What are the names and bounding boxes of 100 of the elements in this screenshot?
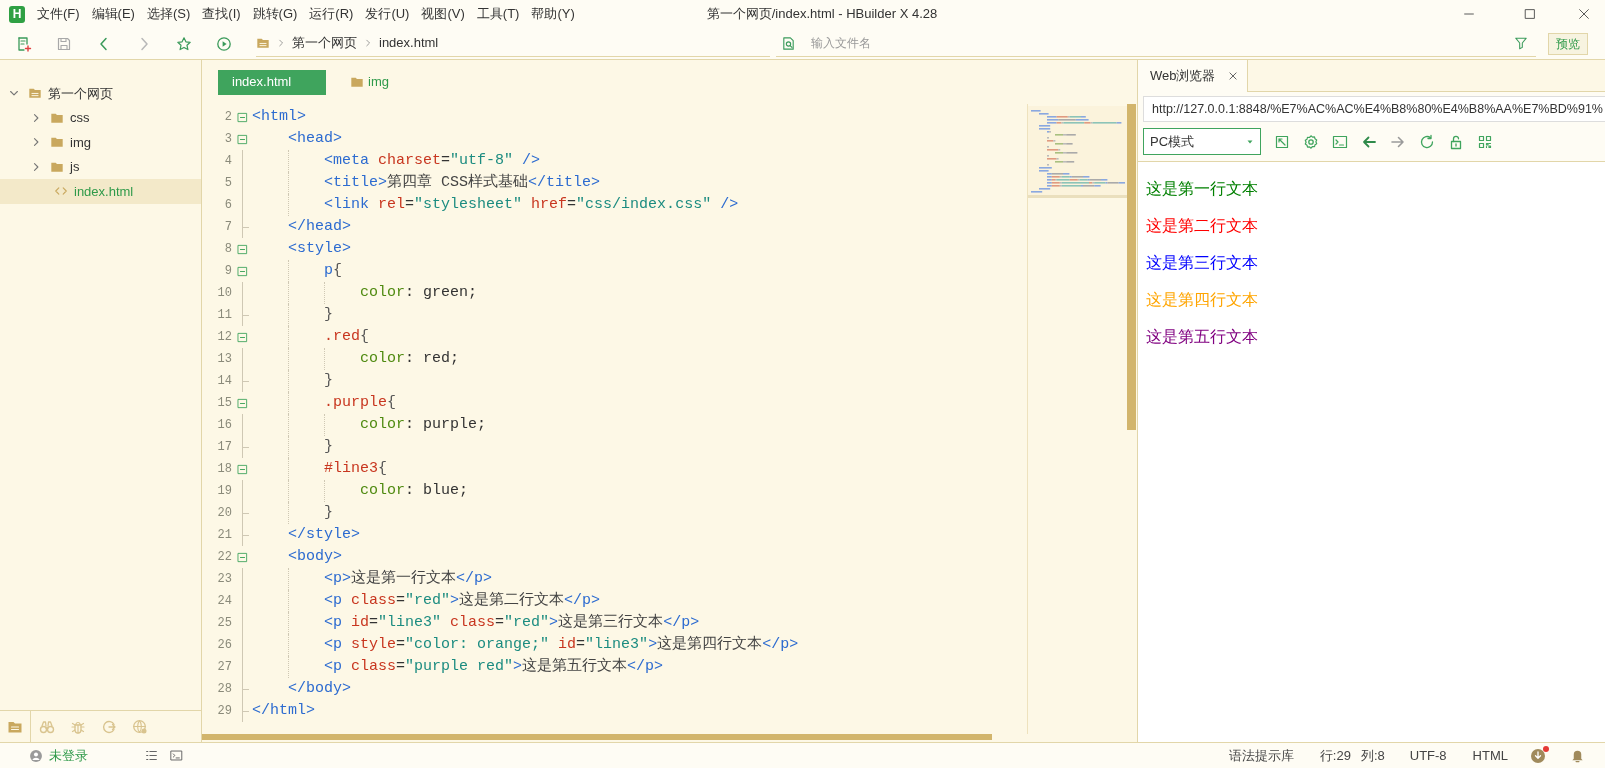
maximize-icon[interactable] — [1523, 7, 1537, 21]
line-number: 12 — [216, 329, 232, 346]
code-line: <link rel="stylesheet" href="css/index.css" /> — [324, 194, 739, 215]
line-number: 20 — [216, 505, 232, 522]
expand-icon[interactable] — [1274, 133, 1290, 150]
fold-icon[interactable] — [236, 265, 248, 277]
fold-icon[interactable] — [236, 111, 248, 123]
bell-icon[interactable] — [1570, 748, 1585, 763]
binoculars-icon[interactable] — [38, 718, 55, 735]
close-icon[interactable] — [1227, 71, 1238, 81]
line-number: 23 — [216, 571, 232, 588]
page-paragraph: 这是第三行文本 — [1146, 253, 1259, 272]
fold-icon[interactable] — [236, 463, 248, 475]
app-logo: H — [9, 5, 25, 23]
syntax-library-link[interactable]: 语法提示库 — [1228, 745, 1294, 766]
menu-item[interactable]: 选择(S) — [140, 1, 197, 27]
line-number: 7 — [223, 219, 232, 236]
line-number: 19 — [216, 483, 232, 500]
code-line: <head> — [288, 128, 342, 149]
fold-icon[interactable] — [236, 243, 248, 255]
line-number: 5 — [223, 175, 232, 192]
scrollbar-thumb[interactable] — [1127, 104, 1136, 430]
filter-icon[interactable] — [1514, 36, 1528, 50]
line-number: 24 — [216, 593, 232, 610]
code-line: #line3{ — [324, 458, 388, 479]
menu-item[interactable]: 查找(I) — [196, 1, 247, 27]
minimap-drawing[interactable] — [1028, 106, 1128, 198]
star-icon[interactable] — [176, 35, 192, 52]
line-number: 21 — [216, 527, 232, 544]
code-line: <p>这是第一行文本</p> — [324, 568, 493, 589]
user-icon[interactable] — [29, 748, 43, 763]
code-line: <body> — [288, 546, 342, 567]
line-number: 4 — [223, 153, 232, 170]
language-label[interactable]: HTML — [1472, 745, 1508, 766]
settings-icon[interactable] — [1303, 133, 1319, 150]
line-number: 11 — [216, 307, 232, 324]
browser-tab[interactable]: Web浏览器 — [1138, 60, 1248, 92]
window-title: 第一个网页/index.html - HBuilder X 4.28 — [706, 5, 938, 24]
breadcrumb-item[interactable]: index.html — [379, 33, 439, 53]
terminal-icon[interactable] — [170, 749, 183, 762]
code-line: <p class="purple red">这是第五行文本</p> — [324, 656, 664, 677]
scrollbar-thumb[interactable] — [202, 734, 992, 740]
tree-item[interactable]: css — [0, 105, 201, 130]
menu-item[interactable]: 帮助(Y) — [525, 1, 581, 27]
terminal-icon[interactable] — [1332, 133, 1348, 150]
line-number: 25 — [216, 615, 232, 632]
list-icon[interactable] — [145, 749, 158, 762]
menu-item[interactable]: 跳转(G) — [246, 1, 304, 27]
code-line: <style> — [288, 238, 351, 259]
code-line: <p style="color: orange;" id="line3">这是第四行文本</p> — [324, 634, 799, 655]
menu-item[interactable]: 编辑(E) — [85, 1, 141, 27]
line-number: 3 — [223, 131, 232, 148]
new-file-icon[interactable] — [16, 35, 32, 52]
line-number: 6 — [223, 197, 232, 214]
chevron-right-icon — [363, 38, 373, 48]
code-line: <p class="red">这是第二行文本</p> — [324, 590, 601, 611]
menu-item[interactable]: 发行(U) — [359, 1, 416, 27]
line-number: 22 — [216, 549, 232, 566]
folder-icon — [50, 135, 64, 150]
close-icon[interactable] — [1577, 7, 1591, 21]
folder-icon — [256, 36, 270, 50]
breadcrumb-item[interactable]: 第一个网页 — [292, 33, 357, 53]
code-line: } — [324, 502, 333, 523]
download-icon[interactable] — [1530, 747, 1546, 764]
code-line: <html> — [252, 106, 306, 127]
fold-icon[interactable] — [236, 133, 248, 145]
code-line: </body> — [288, 678, 351, 699]
tree-item[interactable]: 第一个网页 — [0, 81, 201, 106]
code-line: color: purple; — [360, 414, 487, 435]
plugin-icon[interactable] — [100, 718, 117, 735]
mode-select[interactable]: PC模式 — [1143, 128, 1261, 155]
code-line: color: red; — [360, 348, 460, 369]
page-paragraph: 这是第一行文本 — [1146, 179, 1259, 198]
login-status[interactable]: 未登录 — [49, 745, 88, 766]
fold-icon[interactable] — [236, 331, 248, 343]
line-number: 13 — [216, 351, 232, 368]
tree-item[interactable]: img — [0, 130, 201, 155]
code-line: .purple{ — [324, 392, 397, 413]
menu-item[interactable]: 运行(R) — [303, 1, 360, 27]
tree-item[interactable]: js — [0, 154, 201, 179]
menu-item[interactable]: 工具(T) — [470, 1, 526, 27]
line-number: 18 — [216, 461, 232, 478]
line-number: 16 — [216, 417, 232, 434]
play-icon[interactable] — [216, 35, 232, 52]
file-search-field[interactable]: 输入文件名 — [811, 34, 1514, 52]
globe-icon[interactable] — [131, 718, 148, 735]
code-line: <p id="line3" class="red">这是第三行文本</p> — [324, 612, 700, 633]
code-line: color: blue; — [360, 480, 469, 501]
unlock-icon[interactable] — [1448, 133, 1464, 150]
line-number: 27 — [216, 659, 232, 676]
url-field[interactable]: http://127.0.0.1:8848/%E7%AC%AC%E4%B8%80%E4%B8%AA%E7%BD%91% — [1143, 96, 1605, 122]
qr-code-icon[interactable] — [1477, 133, 1493, 150]
menu-item[interactable]: 文件(F) — [31, 1, 86, 27]
line-number: 26 — [216, 637, 232, 654]
menu-item[interactable]: 视图(V) — [415, 1, 471, 27]
fold-icon[interactable] — [236, 397, 248, 409]
fold-icon[interactable] — [236, 551, 248, 563]
line-number: 17 — [216, 439, 232, 456]
encoding-label[interactable]: UTF-8 — [1409, 745, 1447, 766]
reload-icon[interactable] — [1419, 133, 1435, 150]
